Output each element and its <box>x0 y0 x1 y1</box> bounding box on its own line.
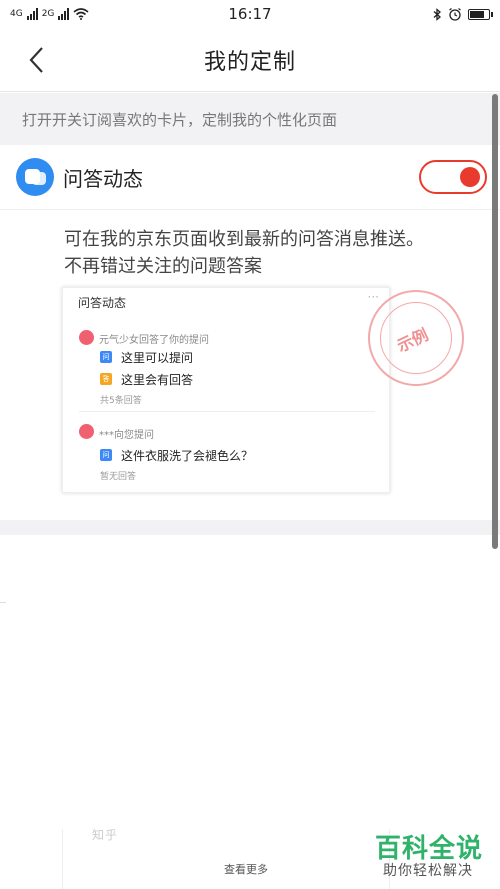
status-bar: 4G 2G 16:17 <box>0 0 500 28</box>
network-1-label: 4G <box>10 9 23 19</box>
network-2-label: 2G <box>41 9 55 19</box>
card-description: 可在我的京东页面收到最新的问答消息推送。不再错过关注的问题答案 <box>64 229 424 277</box>
sample-stamp: 示例 <box>368 290 464 386</box>
preview-meta: 暂无回答 <box>100 472 137 482</box>
question-tag-icon: 问 <box>100 449 112 461</box>
hint-text: 打开开关订阅喜欢的卡片，定制我的个性化页面 <box>22 110 338 129</box>
preview-question: 这里可以提问 <box>121 351 194 365</box>
preview-divider <box>79 411 375 412</box>
battery-icon <box>468 8 493 20</box>
alarm-icon <box>449 8 461 21</box>
card-row-qa: 问答动态 <box>0 145 500 210</box>
signal-1-icon <box>26 8 38 20</box>
preview-card: 问答动态 ··· 元气少女回答了你的提问 问 这里可以提问 答 这里会有回答 共… <box>62 287 390 493</box>
preview-meta: 共5条回答 <box>100 396 142 406</box>
status-left: 4G 2G <box>10 8 89 20</box>
scrollbar[interactable] <box>492 94 498 549</box>
battery-fill <box>470 10 484 18</box>
more-dots-icon: ··· <box>367 290 379 304</box>
answer-tag-icon: 答 <box>100 373 112 385</box>
chat-bubbles-icon <box>16 158 54 196</box>
toggle-knob <box>460 167 480 187</box>
status-right <box>433 7 493 21</box>
edge-tick <box>0 602 6 603</box>
subscribe-toggle[interactable] <box>419 160 487 194</box>
preview-title: 问答动态 <box>78 296 127 310</box>
watermark-slogan: 助你轻松解决 <box>383 863 473 879</box>
preview-item-user: ***向您提问 <box>99 430 154 441</box>
wifi-icon <box>73 8 89 20</box>
back-button[interactable] <box>18 42 54 78</box>
bluetooth-icon <box>433 7 441 21</box>
nav-bar: 我的定制 <box>0 28 500 92</box>
preview-question: 这件衣服洗了会褪色么？ <box>121 449 254 463</box>
avatar-icon <box>79 330 94 345</box>
bottom-partial-label: 知乎 <box>92 828 119 842</box>
chevron-left-icon <box>29 47 43 73</box>
avatar-icon <box>79 424 94 439</box>
preview-item-user: 元气少女回答了你的提问 <box>99 335 209 346</box>
preview-answer: 这里会有回答 <box>121 373 194 387</box>
section-separator <box>0 520 500 535</box>
hint-bar: 打开开关订阅喜欢的卡片，定制我的个性化页面 <box>0 93 500 145</box>
page-title: 我的定制 <box>203 49 296 75</box>
question-tag-icon: 问 <box>100 351 112 363</box>
card-title: 问答动态 <box>63 167 143 191</box>
signal-2-icon <box>58 8 70 20</box>
